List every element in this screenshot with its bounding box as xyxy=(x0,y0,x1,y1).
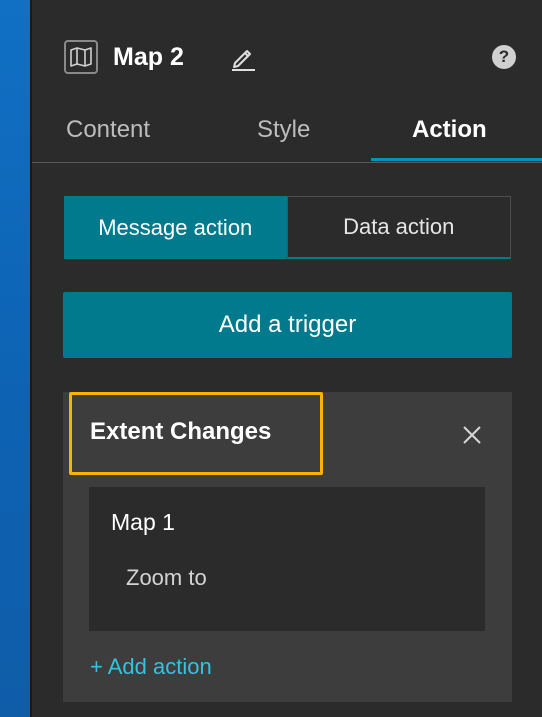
widget-title: Map 2 xyxy=(113,43,184,71)
tab-action[interactable]: Action xyxy=(412,114,487,146)
panel-header: Map 2 ? xyxy=(32,0,542,92)
settings-panel: Map 2 ? Content Style Action Message act… xyxy=(30,0,542,717)
help-icon[interactable]: ? xyxy=(492,45,516,69)
message-action-button[interactable]: Message action xyxy=(64,196,287,259)
action-name: Zoom to xyxy=(126,565,207,590)
action-item[interactable]: Map 1 Zoom to xyxy=(89,487,485,631)
tab-bar: Content Style Action xyxy=(32,106,542,163)
tab-style[interactable]: Style xyxy=(257,114,310,146)
trigger-name[interactable]: Extent Changes xyxy=(90,416,271,448)
trigger-card: Extent Changes Map 1 Zoom to + Add actio… xyxy=(63,392,512,702)
map-icon xyxy=(64,40,98,74)
close-icon[interactable] xyxy=(461,424,483,446)
add-trigger-button[interactable]: Add a trigger xyxy=(63,292,512,358)
action-type-toggle: Message action Data action xyxy=(64,196,511,259)
tab-content[interactable]: Content xyxy=(66,114,150,146)
pencil-icon[interactable] xyxy=(229,43,257,71)
active-tab-indicator xyxy=(371,158,542,161)
add-action-link[interactable]: + Add action xyxy=(90,652,212,682)
action-target: Map 1 xyxy=(111,509,175,535)
data-action-button[interactable]: Data action xyxy=(286,196,511,259)
